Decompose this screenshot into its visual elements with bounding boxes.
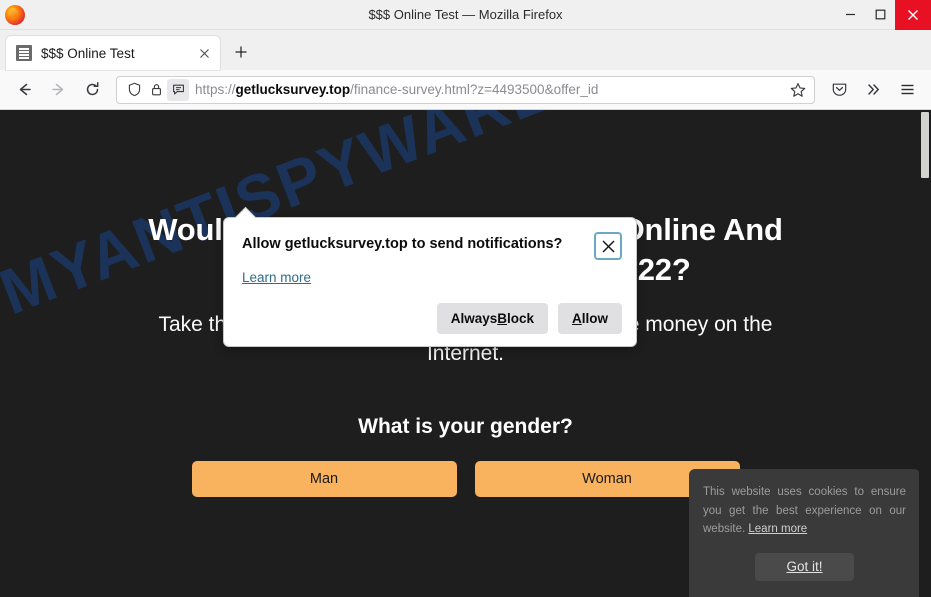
document-list-icon (16, 45, 32, 61)
tab-title: $$$ Online Test (41, 45, 135, 61)
vertical-scrollbar[interactable] (919, 110, 931, 597)
survey-answers: Man Woman (191, 460, 740, 497)
forward-button[interactable] (42, 75, 74, 105)
url-scheme: https:// (195, 82, 236, 97)
close-window-button[interactable] (895, 0, 931, 30)
browser-tab[interactable]: $$$ Online Test (6, 36, 220, 70)
pocket-icon[interactable] (823, 75, 855, 105)
new-tab-button[interactable] (226, 37, 256, 67)
answer-button-man[interactable]: Man (191, 460, 457, 497)
allow-button[interactable]: Allow (558, 303, 622, 334)
lock-icon[interactable] (145, 79, 167, 101)
minimize-button[interactable] (835, 0, 865, 30)
notification-permission-icon[interactable] (167, 78, 189, 101)
url-text: https://getlucksurvey.top/finance-survey… (195, 82, 787, 97)
chevron-double-right-icon[interactable] (857, 75, 889, 105)
allow-label-post: llow (581, 311, 608, 326)
window-title: $$$ Online Test — Mozilla Firefox (368, 7, 563, 22)
hamburger-menu-icon[interactable] (891, 75, 923, 105)
url-host: getlucksurvey.top (235, 82, 351, 97)
navigation-toolbar: https://getlucksurvey.top/finance-survey… (0, 70, 931, 110)
cookie-learn-more-link[interactable]: Learn more (748, 523, 807, 535)
allow-accesskey: A (572, 311, 582, 326)
back-button[interactable] (8, 75, 40, 105)
close-tab-icon[interactable] (194, 43, 214, 63)
page-viewport: MYANTISPYWARE.COM Would You Make A Great… (0, 110, 931, 597)
always-block-accesskey: B (497, 311, 507, 326)
always-block-button[interactable]: Always Block (436, 303, 548, 334)
bookmark-star-icon[interactable] (787, 82, 809, 98)
always-block-label-post: lock (506, 311, 534, 326)
url-bar[interactable]: https://getlucksurvey.top/finance-survey… (116, 75, 815, 104)
window-controls (835, 0, 931, 30)
doorhanger-title: Allow getlucksurvey.top to send notifica… (242, 236, 563, 252)
maximize-button[interactable] (865, 0, 895, 30)
firefox-logo-icon (5, 4, 25, 25)
url-path: /finance-survey.html?z=4493500&offer_id (350, 82, 599, 97)
always-block-label-pre: Always (450, 311, 498, 326)
notification-permission-dialog: Allow getlucksurvey.top to send notifica… (223, 217, 637, 347)
cookie-consent-text: This website uses cookies to ensure you … (703, 483, 906, 539)
doorhanger-header: Allow getlucksurvey.top to send notifica… (242, 232, 622, 260)
window-titlebar: $$$ Online Test — Mozilla Firefox (0, 0, 931, 30)
shield-icon[interactable] (123, 79, 145, 101)
survey-question: What is your gender? (358, 414, 573, 438)
close-icon[interactable] (594, 232, 622, 260)
tab-strip: $$$ Online Test (0, 30, 931, 70)
reload-button[interactable] (76, 75, 108, 105)
cookie-accept-button[interactable]: Got it! (755, 553, 854, 581)
doorhanger-actions: Always Block Allow (242, 303, 622, 334)
scrollbar-thumb[interactable] (921, 112, 929, 178)
doorhanger-learn-more-link[interactable]: Learn more (242, 270, 311, 285)
cookie-consent-banner: This website uses cookies to ensure you … (689, 469, 920, 597)
